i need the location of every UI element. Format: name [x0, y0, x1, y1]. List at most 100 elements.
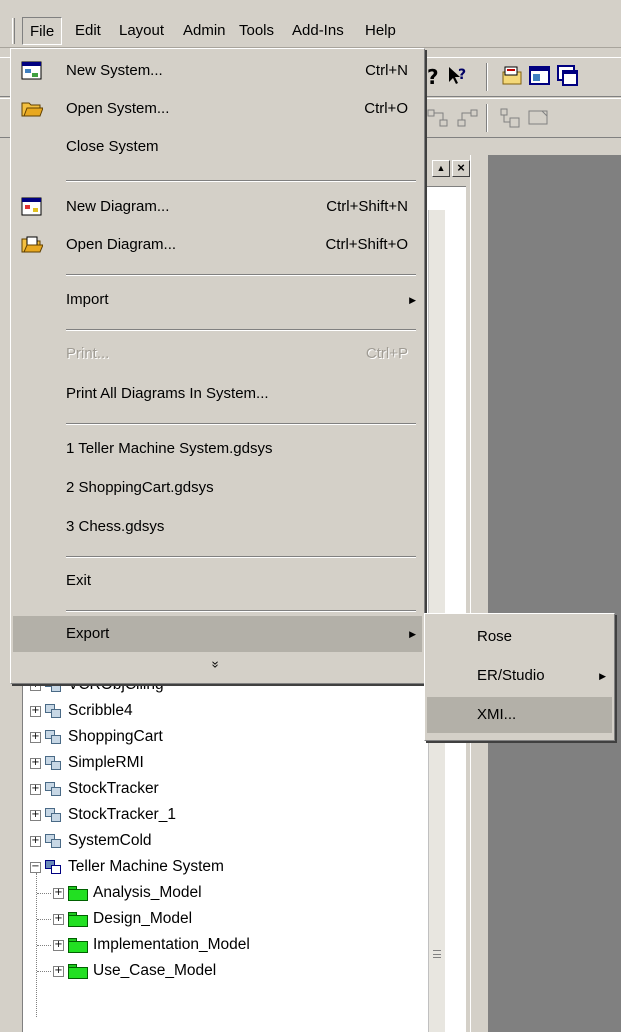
menubar-grip[interactable] — [12, 18, 15, 44]
expand-icon[interactable]: + — [30, 835, 41, 847]
menu-tools[interactable]: Tools — [232, 17, 281, 45]
menu-item-shortcut: Ctrl+N — [365, 62, 408, 79]
tree-item[interactable]: + Implementation_Model — [53, 932, 250, 958]
menu-item-open-diagram[interactable]: Open Diagram... Ctrl+Shift+O — [13, 227, 422, 263]
tree-item-label: Design_Model — [93, 910, 193, 927]
panel-close-icon[interactable]: × — [452, 160, 470, 177]
menu-item-open-system[interactable]: Open System... Ctrl+O — [13, 91, 422, 127]
menu-item-label: XMI... — [477, 706, 517, 723]
expand-icon[interactable]: + — [30, 757, 41, 769]
tree-item[interactable]: + SimpleRMI — [30, 750, 144, 776]
menu-item-recent-2[interactable]: 2 ShoppingCart.gdsys — [13, 470, 422, 506]
expand-icon[interactable]: + — [53, 965, 64, 977]
menu-item-label: 1 Teller Machine System.gdsys — [66, 440, 273, 457]
expand-icon[interactable]: + — [53, 887, 64, 899]
menu-item-print[interactable]: Print... Ctrl+P — [13, 336, 422, 372]
tree-item-label: Scribble4 — [68, 702, 133, 719]
open-system-icon — [21, 98, 44, 120]
expand-icon[interactable]: + — [30, 809, 41, 821]
system-icon — [45, 859, 63, 875]
menu-item-recent-3[interactable]: 3 Chess.gdsys — [13, 509, 422, 545]
menu-item-export-xmi[interactable]: XMI... — [427, 697, 612, 733]
tree-item[interactable]: + ShoppingCart — [30, 724, 163, 750]
panel-splitter[interactable] — [470, 155, 488, 1032]
menu-item-export-erstudio[interactable]: ER/Studio ▶ — [427, 658, 612, 694]
menu-item-label: Open System... — [66, 100, 170, 117]
tree-item[interactable]: + StockTracker_1 — [30, 802, 176, 828]
context-help-icon[interactable]: ? — [446, 64, 470, 88]
open-folder-icon[interactable] — [500, 64, 524, 88]
toolbar-separator-2 — [486, 104, 488, 132]
tree-item[interactable]: + Scribble4 — [30, 698, 133, 724]
menu-separator — [66, 274, 416, 276]
window-icon[interactable] — [528, 64, 552, 88]
open-diagram-icon — [21, 234, 44, 256]
expand-icon[interactable]: + — [30, 783, 41, 795]
cascade-icon[interactable] — [556, 64, 580, 88]
system-icon — [45, 703, 63, 719]
menu-item-export-rose[interactable]: Rose — [427, 619, 612, 655]
menu-item-label: New System... — [66, 62, 163, 79]
menu-item-new-diagram[interactable]: New Diagram... Ctrl+Shift+N — [13, 189, 422, 225]
menu-bar: File Edit Layout Admin Tools Add-Ins Hel… — [0, 14, 621, 48]
layout-right-icon[interactable] — [426, 106, 450, 130]
menu-item-label: Exit — [66, 572, 92, 589]
menu-item-shortcut: Ctrl+O — [364, 100, 408, 117]
file-menu: New System... Ctrl+N Open System... Ctrl… — [10, 48, 425, 684]
tree-item[interactable]: + Analysis_Model — [53, 880, 202, 906]
expand-icon[interactable]: + — [53, 913, 64, 925]
expand-icon[interactable]: + — [30, 705, 41, 717]
expand-icon[interactable]: + — [30, 731, 41, 743]
menu-item-label: Print... — [66, 345, 110, 362]
menu-item-label: 2 ShoppingCart.gdsys — [66, 479, 214, 496]
toolbar-separator — [486, 63, 488, 91]
menu-item-exit[interactable]: Exit — [13, 563, 422, 599]
tree-item[interactable]: − Teller Machine System — [30, 854, 224, 880]
menu-help-label: Help — [365, 22, 396, 39]
tree-item-label: StockTracker — [68, 780, 159, 797]
menu-separator — [66, 329, 416, 331]
tree-item[interactable]: + StockTracker — [30, 776, 159, 802]
note-icon[interactable] — [526, 106, 550, 130]
tree-item[interactable]: + SystemCold — [30, 828, 152, 854]
export-submenu: Rose ER/Studio ▶ XMI... — [424, 613, 615, 741]
menu-item-import[interactable]: Import ▶ — [13, 282, 422, 318]
collapse-icon[interactable]: − — [30, 861, 41, 873]
panel-pin-icon[interactable]: ▲ — [432, 160, 450, 177]
menu-layout[interactable]: Layout — [112, 17, 171, 45]
menu-item-recent-1[interactable]: 1 Teller Machine System.gdsys — [13, 431, 422, 467]
system-icon — [45, 833, 63, 849]
menu-item-print-all[interactable]: Print All Diagrams In System... — [13, 376, 422, 412]
tree-item-label: SystemCold — [68, 832, 152, 849]
menu-item-label: New Diagram... — [66, 198, 170, 215]
menu-item-new-system[interactable]: New System... Ctrl+N — [13, 53, 422, 89]
menu-admin[interactable]: Admin — [176, 17, 233, 45]
menu-item-label: Rose — [477, 628, 513, 645]
expand-menu-chevron-icon[interactable]: » — [209, 655, 224, 675]
menu-help[interactable]: Help — [358, 17, 403, 45]
menu-tools-label: Tools — [239, 22, 275, 39]
menu-item-shortcut: Ctrl+Shift+N — [326, 198, 408, 215]
layout-left-icon[interactable] — [456, 106, 480, 130]
menu-addins-label: Add-Ins — [292, 22, 344, 39]
diagram-workspace[interactable] — [488, 155, 621, 1032]
menu-addins[interactable]: Add-Ins — [285, 17, 351, 45]
menu-item-close-system[interactable]: Close System — [13, 129, 422, 165]
align-icon[interactable] — [498, 106, 522, 130]
tree-item[interactable]: + Design_Model — [53, 906, 192, 932]
menu-layout-label: Layout — [119, 22, 165, 39]
scroll-thumb-grip[interactable] — [433, 950, 441, 958]
tree-item[interactable]: + Use_Case_Model — [53, 958, 216, 984]
menu-separator — [66, 423, 416, 425]
tree-item-label: Implementation_Model — [93, 936, 250, 953]
menu-edit[interactable]: Edit — [68, 17, 108, 45]
menu-file[interactable]: File — [22, 17, 63, 45]
tree-item-label: Analysis_Model — [93, 884, 202, 901]
menu-item-export[interactable]: Export ▶ — [13, 616, 422, 652]
menu-admin-label: Admin — [183, 22, 226, 39]
menu-file-label: File — [30, 23, 55, 40]
system-icon — [45, 807, 63, 823]
folder-icon — [68, 911, 88, 927]
expand-icon[interactable]: + — [53, 939, 64, 951]
folder-icon — [68, 885, 88, 901]
